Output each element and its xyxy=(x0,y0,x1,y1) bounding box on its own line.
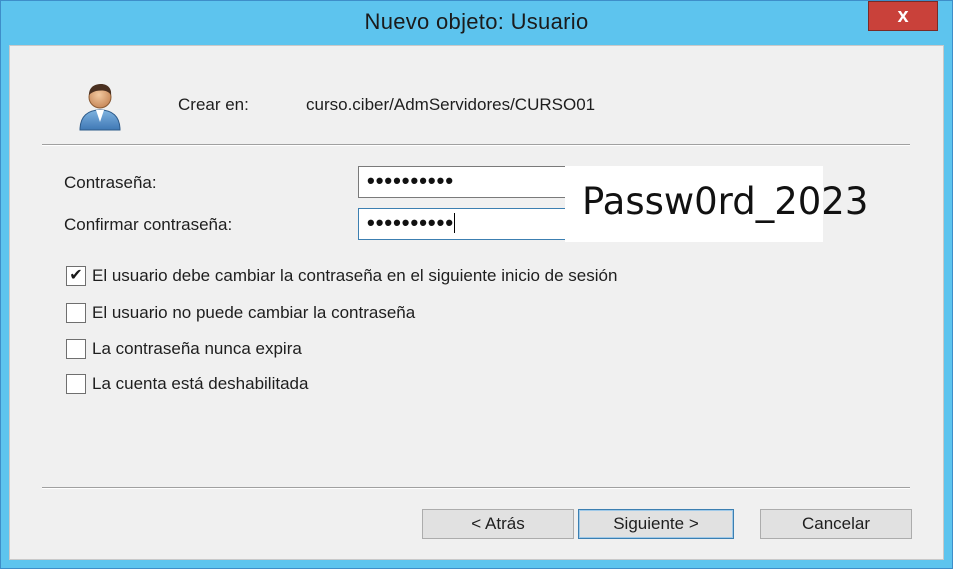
password-value: •••••••••• xyxy=(367,168,455,193)
checkbox[interactable] xyxy=(66,374,86,394)
create-in-label: Crear en: xyxy=(178,95,249,114)
confirm-password-value: •••••••••• xyxy=(367,210,455,235)
window-title: Nuevo objeto: Usuario xyxy=(364,9,589,34)
cancel-button[interactable]: Cancelar xyxy=(760,509,912,539)
checkbox[interactable] xyxy=(66,303,86,323)
checkmark-icon: ✔ xyxy=(69,267,83,284)
checkbox[interactable] xyxy=(66,339,86,359)
title-bar[interactable]: Nuevo objeto: Usuario x xyxy=(1,1,952,45)
option-must-change[interactable]: ✔ El usuario debe cambiar la contraseña … xyxy=(66,265,617,287)
confirm-password-label: Confirmar contraseña: xyxy=(64,215,233,234)
checkbox-checked[interactable]: ✔ xyxy=(66,266,86,286)
option-cannot-change[interactable]: El usuario no puede cambiar la contraseñ… xyxy=(66,302,415,324)
option-label: El usuario no puede cambiar la contraseñ… xyxy=(92,303,416,322)
dialog-content: Crear en: curso.ciber/AdmServidores/CURS… xyxy=(9,45,944,560)
next-button[interactable]: Siguiente > xyxy=(578,509,734,539)
bottom-divider xyxy=(42,487,910,489)
dialog-window: Nuevo objeto: Usuario x Crear en: curso.… xyxy=(0,0,953,569)
password-overlay: Passw0rd_2023 xyxy=(565,166,868,242)
close-icon: x xyxy=(897,4,909,27)
password-label: Contraseña: xyxy=(64,173,157,192)
option-label: El usuario debe cambiar la contraseña en… xyxy=(92,266,618,285)
close-button[interactable]: x xyxy=(868,1,938,31)
option-label: La cuenta está deshabilitada xyxy=(92,374,309,393)
option-never-expires[interactable]: La contraseña nunca expira xyxy=(66,338,302,360)
user-icon xyxy=(79,84,121,131)
option-disabled[interactable]: La cuenta está deshabilitada xyxy=(66,373,308,395)
option-label: La contraseña nunca expira xyxy=(92,339,302,358)
top-divider xyxy=(42,144,910,146)
text-caret xyxy=(454,213,456,233)
back-button[interactable]: < Atrás xyxy=(422,509,574,539)
container-path: curso.ciber/AdmServidores/CURSO01 xyxy=(306,95,596,114)
